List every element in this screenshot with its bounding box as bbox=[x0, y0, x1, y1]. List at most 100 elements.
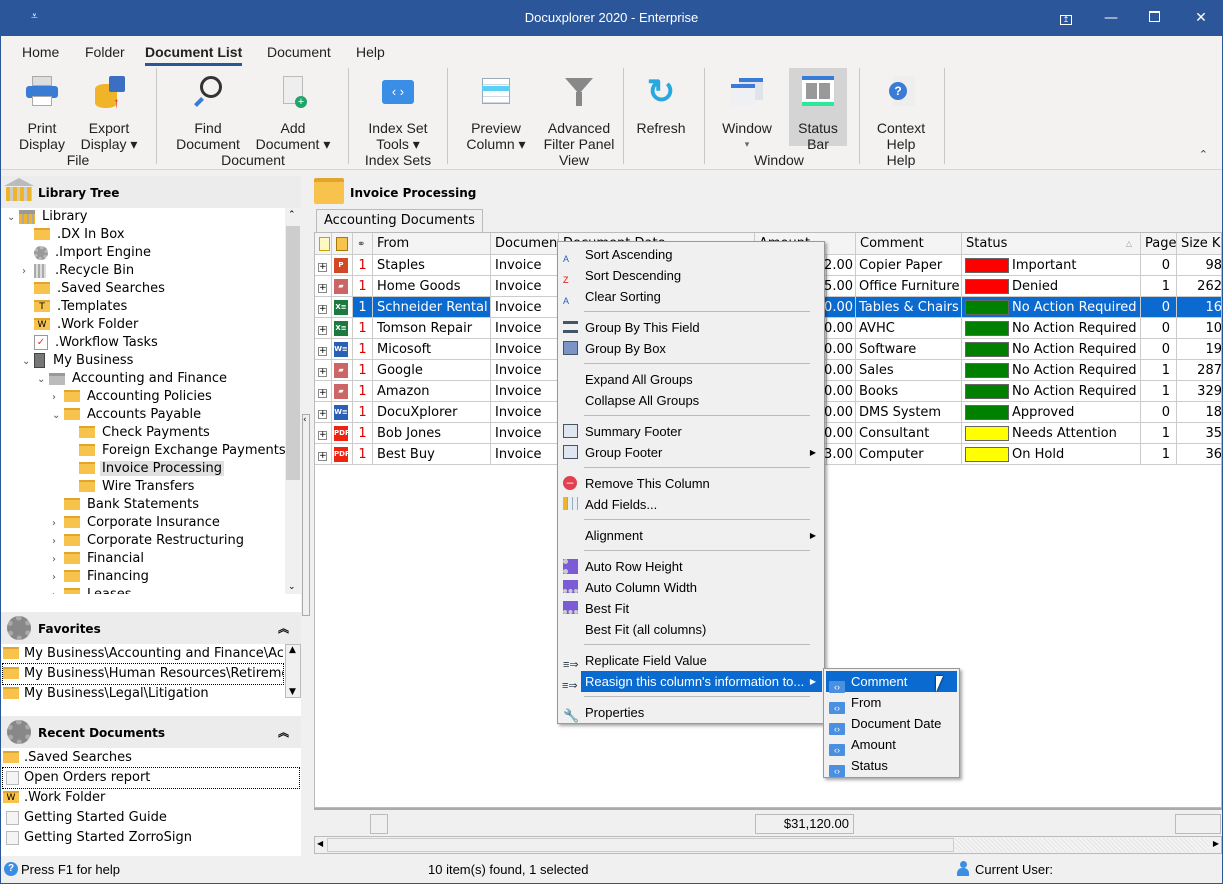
size-cell[interactable]: 329 bbox=[1177, 381, 1221, 402]
expand-chevron-down-icon[interactable]: ⌄ bbox=[52, 407, 64, 425]
tree-item[interactable]: Invoice Processing bbox=[67, 460, 225, 478]
expand-chevron-right-icon[interactable]: › bbox=[52, 551, 64, 569]
expand-row-button[interactable]: + bbox=[315, 444, 332, 465]
expand-chevron-right-icon[interactable]: › bbox=[52, 515, 64, 533]
menu-item[interactable]: Best Fit (all columns) bbox=[560, 619, 822, 640]
tab-home[interactable]: Home bbox=[22, 44, 59, 60]
submenu-item[interactable]: ‹› Amount bbox=[826, 734, 957, 756]
recent-document-item[interactable]: Open Orders report bbox=[2, 767, 300, 789]
expand-chevron-right-icon[interactable]: › bbox=[52, 569, 64, 587]
status-cell[interactable]: No Action Required bbox=[962, 381, 1141, 402]
expand-row-button[interactable]: + bbox=[315, 381, 332, 402]
expand-chevron-down-icon[interactable]: ⌄ bbox=[7, 209, 19, 227]
column-header[interactable]: From bbox=[373, 233, 491, 255]
comment-cell[interactable]: Copier Paper bbox=[856, 255, 962, 276]
menu-item[interactable]: A Z Sort Ascending bbox=[560, 244, 822, 285]
recent-document-item[interactable]: W .Work Folder bbox=[3, 788, 299, 808]
expand-chevron-down-icon[interactable]: ⌄ bbox=[37, 371, 49, 389]
pages-cell[interactable]: 1 bbox=[1141, 276, 1177, 297]
size-cell[interactable]: 262 bbox=[1177, 276, 1221, 297]
expand-chevron-right-icon[interactable]: › bbox=[22, 263, 34, 281]
scroll-thumb[interactable] bbox=[286, 226, 300, 480]
column-header[interactable]: Comment bbox=[856, 233, 962, 255]
favorite-item[interactable]: My Business\Human Resources\Retirement bbox=[2, 663, 284, 685]
status-bar-button[interactable]: Status Bar bbox=[789, 68, 847, 152]
pages-cell[interactable]: 0 bbox=[1141, 255, 1177, 276]
favorite-item[interactable]: My Business\Accounting and Finance\Accou… bbox=[3, 644, 283, 664]
menu-item[interactable]: Clear Sorting bbox=[560, 286, 822, 307]
menu-item[interactable]: – Remove This Column bbox=[560, 473, 822, 494]
status-cell[interactable]: Important bbox=[962, 255, 1141, 276]
status-cell[interactable]: No Action Required bbox=[962, 360, 1141, 381]
favorites-scrollbar[interactable]: ▲ ▼ bbox=[285, 644, 301, 698]
collapse-favorites-icon[interactable]: ︽ bbox=[278, 620, 289, 636]
export-display-button[interactable]: ↑ Export Display ▾ bbox=[77, 68, 141, 152]
pages-cell[interactable]: 1 bbox=[1141, 444, 1177, 465]
pages-cell[interactable]: 0 bbox=[1141, 318, 1177, 339]
status-cell[interactable]: No Action Required bbox=[962, 297, 1141, 318]
status-cell[interactable]: Approved bbox=[962, 402, 1141, 423]
menu-item[interactable]: ≡⇒ Reasign this column's information to..… bbox=[559, 671, 822, 692]
tree-item[interactable]: › Accounting Policies bbox=[52, 388, 214, 406]
status-cell[interactable]: No Action Required bbox=[962, 339, 1141, 360]
comment-cell[interactable]: Office Furniture bbox=[856, 276, 962, 297]
minimize-button[interactable]: — bbox=[1091, 6, 1131, 30]
pages-cell[interactable]: 1 bbox=[1141, 423, 1177, 444]
tree-item[interactable]: › .Recycle Bin bbox=[22, 262, 136, 280]
tab-document[interactable]: Document bbox=[267, 44, 331, 60]
expand-row-button[interactable]: + bbox=[315, 339, 332, 360]
tree-item[interactable]: .Import Engine bbox=[22, 244, 153, 262]
expand-row-button[interactable]: + bbox=[315, 255, 332, 276]
pages-cell[interactable]: 1 bbox=[1141, 381, 1177, 402]
tree-item[interactable]: W .Work Folder bbox=[22, 316, 140, 334]
menu-item[interactable]: ≡⇒ Replicate Field Value bbox=[560, 650, 822, 671]
scroll-thumb[interactable] bbox=[327, 838, 954, 852]
index-set-tools-button[interactable]: ‹ › Index Set Tools ▾ bbox=[363, 68, 433, 152]
column-header[interactable]: Pages bbox=[1141, 233, 1177, 255]
document-type-cell[interactable]: Invoice bbox=[491, 444, 559, 465]
document-type-cell[interactable]: Invoice bbox=[491, 255, 559, 276]
menu-item[interactable]: Best Fit bbox=[560, 598, 822, 619]
from-cell[interactable]: Google bbox=[373, 360, 491, 381]
expand-chevron-down-icon[interactable]: ⌄ bbox=[22, 353, 34, 371]
menu-item[interactable]: Z A Sort Descending bbox=[560, 265, 822, 306]
status-cell[interactable]: On Hold bbox=[962, 444, 1141, 465]
column-header[interactable] bbox=[332, 233, 353, 255]
collapse-recent-icon[interactable]: ︽ bbox=[278, 724, 289, 740]
maximize-button[interactable] bbox=[1134, 6, 1174, 30]
from-cell[interactable]: DocuXplorer bbox=[373, 402, 491, 423]
menu-item[interactable]: Group By This Field bbox=[560, 317, 822, 338]
menu-item[interactable]: Summary Footer bbox=[560, 421, 822, 442]
tree-item[interactable]: › Corporate Restructuring bbox=[52, 532, 246, 550]
status-cell[interactable]: No Action Required bbox=[962, 318, 1141, 339]
from-cell[interactable]: Staples bbox=[373, 255, 491, 276]
size-cell[interactable]: 287 bbox=[1177, 360, 1221, 381]
tree-item[interactable]: ⌄ Accounts Payable bbox=[52, 406, 203, 424]
window-button[interactable]: Window ▾ bbox=[717, 68, 777, 152]
expand-chevron-right-icon[interactable]: › bbox=[52, 533, 64, 551]
from-cell[interactable]: Amazon bbox=[373, 381, 491, 402]
column-header[interactable] bbox=[315, 233, 332, 255]
menu-item[interactable]: Auto Row Height bbox=[560, 556, 822, 577]
size-cell[interactable]: 18 bbox=[1177, 402, 1221, 423]
tree-item[interactable]: ›Leases bbox=[52, 586, 134, 594]
scroll-down-icon[interactable]: ⌄ bbox=[288, 582, 296, 592]
tree-item[interactable]: › Financing bbox=[52, 568, 151, 586]
scroll-right-icon[interactable]: ▶ bbox=[1213, 839, 1219, 848]
from-cell[interactable]: Bob Jones bbox=[373, 423, 491, 444]
submenu-item[interactable]: ‹› From bbox=[826, 692, 957, 714]
size-cell[interactable]: 36 bbox=[1177, 444, 1221, 465]
document-type-cell[interactable]: Invoice bbox=[491, 276, 559, 297]
favorite-item[interactable]: My Business\Legal\Litigation bbox=[3, 684, 283, 700]
refresh-button[interactable]: ↻ Refresh bbox=[631, 68, 691, 136]
tree-item[interactable]: Bank Statements bbox=[52, 496, 201, 514]
document-type-cell[interactable]: Invoice bbox=[491, 360, 559, 381]
column-header[interactable]: ⚭ bbox=[353, 233, 373, 255]
grid-horizontal-scrollbar[interactable]: ◀ ▶ bbox=[314, 836, 1222, 854]
submenu-item[interactable]: ‹› Document Date bbox=[826, 713, 957, 735]
column-header[interactable]: Size Kb bbox=[1177, 233, 1221, 255]
tab-folder[interactable]: Folder bbox=[85, 44, 125, 60]
tab-document-list[interactable]: Document List bbox=[145, 44, 243, 66]
expand-row-button[interactable]: + bbox=[315, 297, 332, 318]
column-header[interactable]: Status △ bbox=[962, 233, 1141, 255]
